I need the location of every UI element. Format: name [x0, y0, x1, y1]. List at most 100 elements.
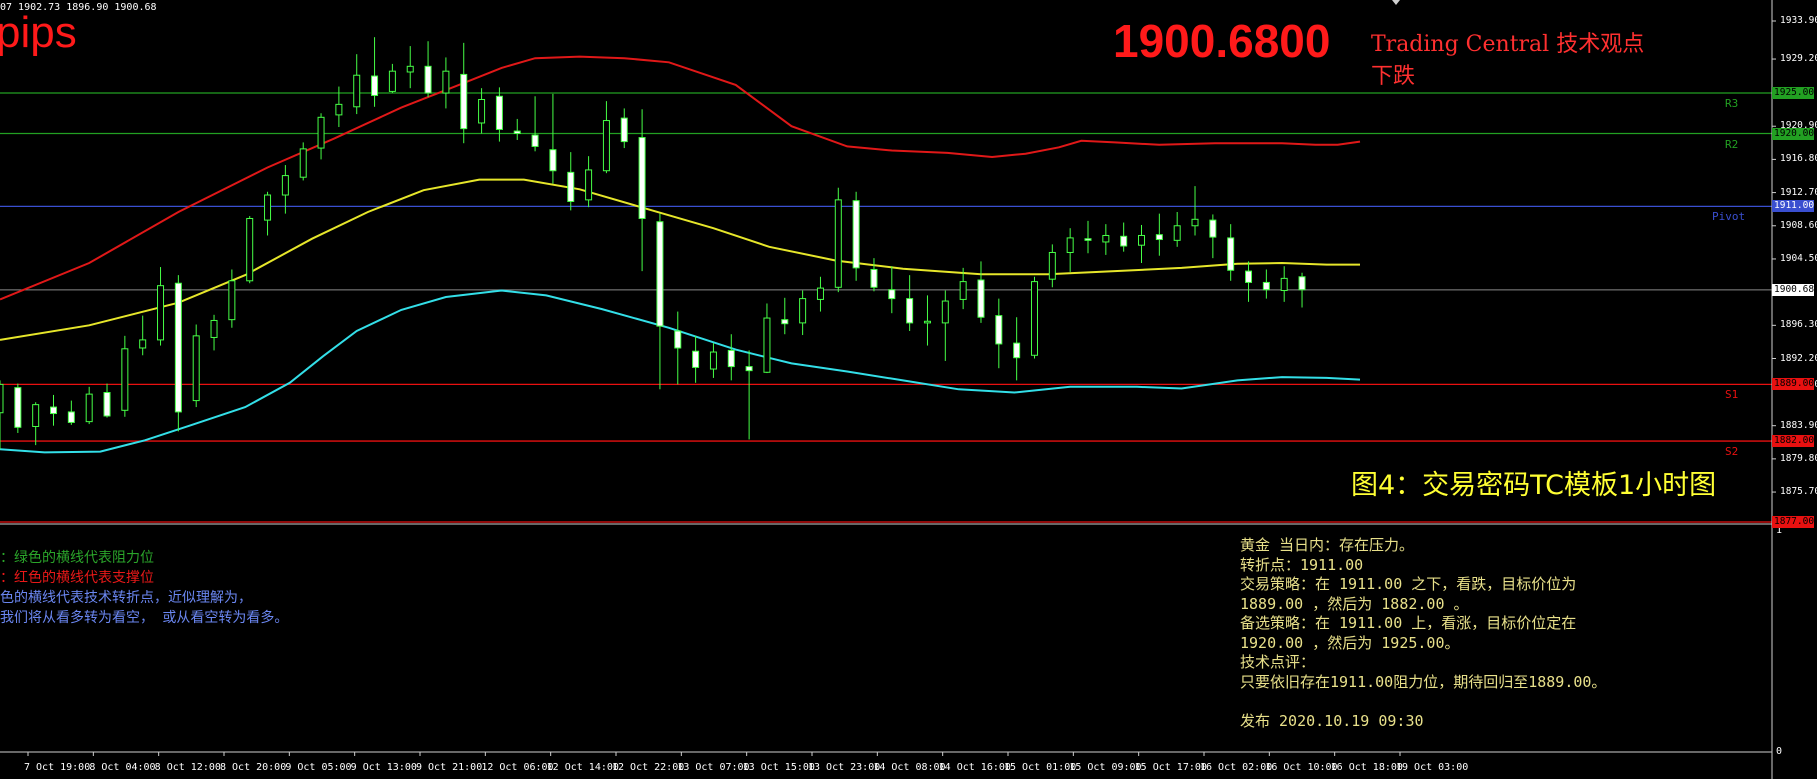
- candle-body: [353, 74, 361, 108]
- x-tick-label: 9 Oct 13:00: [350, 762, 417, 773]
- candle-body: [995, 315, 1003, 345]
- level-name-label: S2: [1725, 445, 1739, 459]
- candle-body: [121, 348, 129, 411]
- candle-body: [709, 351, 717, 370]
- candle-body: [745, 366, 753, 372]
- level-price-tag: 1925.00: [1772, 87, 1815, 100]
- candle-body: [852, 200, 860, 269]
- candle-body: [1209, 219, 1217, 238]
- analysis-line: 备选策略：在 1911.00 上，看涨，目标价位定在: [1240, 614, 1577, 632]
- candle-body: [799, 298, 807, 324]
- analysis-line: 1920.00 ，然后为 1925.00。: [1240, 633, 1460, 652]
- candle-body: [692, 350, 700, 368]
- x-tick-label: 12 Oct 22:00: [612, 762, 685, 773]
- candle-body: [281, 175, 289, 196]
- candle-body: [264, 194, 272, 221]
- candle-body: [977, 279, 985, 318]
- x-tick-label: 13 Oct 15:00: [742, 762, 815, 773]
- y-tick-label: 1912.70: [1780, 186, 1817, 198]
- candle-body: [1155, 234, 1163, 241]
- candle-body: [139, 339, 147, 349]
- candle-body: [1245, 270, 1253, 283]
- analysis-line: 技术点评：: [1240, 653, 1316, 671]
- candle-body: [317, 116, 325, 149]
- candle-body: [674, 330, 682, 349]
- candle-body: [1048, 251, 1056, 280]
- candle-body: [1262, 281, 1270, 291]
- x-tick-label: 15 Oct 01:00: [1004, 762, 1077, 773]
- candle-body: [513, 130, 521, 134]
- candle-body: [1084, 238, 1092, 241]
- y-tick-label: 1875.70: [1780, 486, 1817, 498]
- candle-body: [1173, 225, 1181, 241]
- candle-body: [816, 287, 824, 300]
- x-tick-label: 12 Oct 06:00: [481, 762, 554, 773]
- candle-body: [959, 281, 967, 300]
- candle-body: [585, 169, 593, 201]
- candle-body: [424, 65, 432, 94]
- analysis-line: 黄金 当日内：存在压力。: [1240, 536, 1415, 554]
- candle-body: [103, 392, 111, 417]
- candle-body: [620, 117, 628, 143]
- candle-body: [531, 134, 539, 147]
- x-tick-label: 8 Oct 12:00: [154, 762, 221, 773]
- candle-body: [192, 335, 200, 402]
- candle-body: [246, 217, 254, 282]
- candle-body: [210, 319, 218, 338]
- candle-body: [174, 282, 182, 413]
- candle-body: [870, 268, 878, 288]
- x-tick-label: 14 Oct 08:00: [873, 762, 946, 773]
- current-price-tag: 1900.68: [1772, 283, 1815, 296]
- candle-body: [32, 404, 40, 427]
- indicator-axis-bottom: 0: [1776, 746, 1783, 757]
- candle-body: [371, 75, 379, 96]
- candle-body: [834, 199, 842, 288]
- y-tick-label: 1879.80: [1780, 452, 1817, 464]
- analysis-line: 交易策略：在 1911.00 之下，看跌，目标价位为: [1240, 575, 1577, 593]
- candle-body: [1102, 234, 1110, 243]
- candle-body: [941, 300, 949, 324]
- candle-body: [1298, 276, 1306, 291]
- candle-body: [1120, 235, 1128, 247]
- candle-body: [1138, 234, 1146, 246]
- moving-average-line: [0, 178, 1360, 341]
- x-tick-label: 16 Oct 02:00: [1200, 762, 1273, 773]
- candle-body: [495, 95, 503, 130]
- analysis-line: [1240, 692, 1606, 712]
- analysis-line: 发布 2020.10.19 09:30: [1240, 711, 1424, 730]
- trading-central-signal: 下跌: [1371, 64, 1416, 89]
- candle-body: [228, 280, 236, 321]
- current-price-display: 1900.6800: [1113, 15, 1331, 67]
- level-price-tag: 1920.00: [1772, 127, 1815, 140]
- candle-body: [906, 298, 914, 324]
- y-tick-label: 1933.90: [1780, 14, 1817, 26]
- x-tick-label: 16 Oct 10:00: [1265, 762, 1338, 773]
- y-tick-label: 1883.90: [1780, 419, 1817, 431]
- legend-pivot: 色的横线代表技术转折点，近似理解为，: [0, 590, 252, 606]
- trading-central-title: Trading Central 技术观点: [1371, 32, 1645, 57]
- y-tick-label: 1904.50: [1780, 252, 1817, 264]
- candle-body: [567, 171, 575, 202]
- candle-body: [1013, 342, 1021, 359]
- y-tick-label: 1892.20: [1780, 352, 1817, 364]
- candle-body: [157, 285, 165, 341]
- candle-body: [1066, 237, 1074, 253]
- x-tick-label: 7 Oct 19:00: [24, 762, 91, 773]
- x-tick-label: 19 Oct 03:00: [1396, 762, 1469, 773]
- x-tick-label: 8 Oct 04:00: [89, 762, 156, 773]
- candle-body: [388, 70, 396, 92]
- level-name-label: R3: [1725, 97, 1739, 111]
- candle-body: [50, 406, 58, 415]
- candle-body: [727, 349, 735, 368]
- candle-body: [460, 73, 468, 130]
- x-tick-label: 12 Oct 14:00: [546, 762, 619, 773]
- candle-body: [14, 387, 22, 428]
- shift-marker-icon: [1392, 0, 1400, 5]
- analysis-line: 转折点：1911.00: [1240, 555, 1364, 574]
- level-price-tag: 1882.00: [1772, 435, 1815, 448]
- figure-caption: 图4：交易密码TC模板1小时图: [1351, 470, 1717, 501]
- candle-body: [763, 317, 771, 373]
- candle-body: [406, 65, 414, 73]
- x-tick-label: 14 Oct 16:00: [938, 762, 1011, 773]
- level-lines: [0, 92, 1772, 523]
